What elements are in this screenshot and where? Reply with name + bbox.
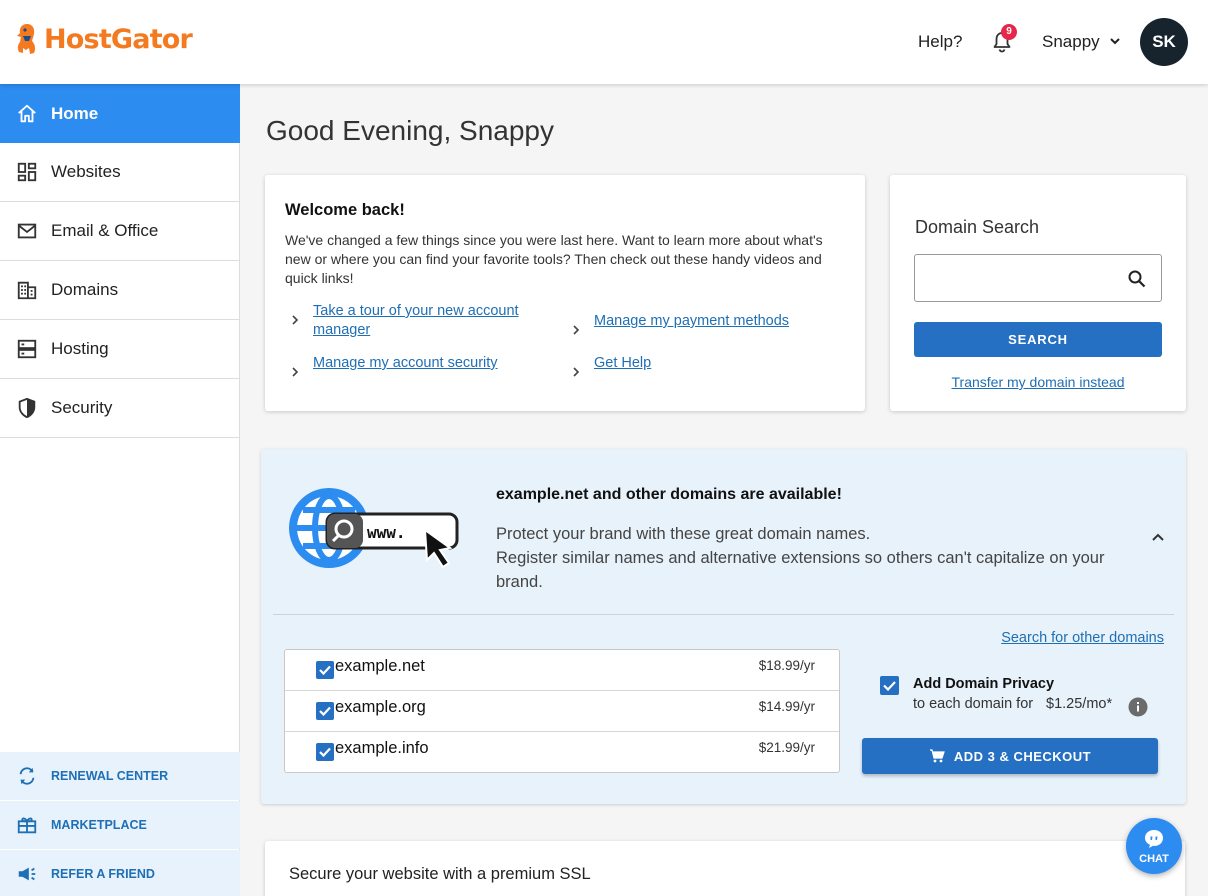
search-icon[interactable]	[1127, 269, 1147, 289]
refresh-icon	[19, 767, 35, 785]
domain-privacy-title: Add Domain Privacy	[913, 676, 1055, 692]
gift-icon	[17, 817, 37, 834]
renewal-center-link[interactable]: RENEWAL CENTER	[0, 752, 240, 800]
logo-text: HostGator	[44, 23, 193, 55]
mail-icon	[17, 223, 37, 239]
sidebar-item-label: Email & Office	[51, 221, 159, 240]
sidebar-item-label: Security	[51, 398, 113, 417]
gator-mascot-icon	[17, 24, 36, 54]
tour-link-text[interactable]: Take a tour of your new account manager	[313, 302, 529, 340]
domain-name: example.org	[335, 698, 426, 716]
promo-title: example.net and other domains are availa…	[496, 486, 842, 503]
domain-list: example.net $18.99/yr example.org $14.99…	[284, 649, 840, 773]
promo-line-2: Register similar names and alternative e…	[496, 549, 1105, 591]
domain-row[interactable]: example.net $18.99/yr	[285, 650, 839, 691]
refer-a-friend-link[interactable]: REFER A FRIEND	[0, 850, 240, 896]
welcome-card: Welcome back! We've changed a few things…	[265, 175, 865, 411]
divider	[273, 614, 1174, 615]
search-button[interactable]: SEARCH	[914, 322, 1162, 357]
checkmark-icon	[319, 665, 331, 676]
sidebar-item-hosting[interactable]: Hosting	[0, 320, 240, 379]
chevron-down-icon[interactable]	[1108, 34, 1122, 48]
renewal-center-label: RENEWAL CENTER	[51, 769, 169, 783]
add-and-checkout-button[interactable]: ADD 3 & CHECKOUT	[862, 738, 1158, 774]
domain-name: example.net	[335, 657, 425, 675]
home-icon	[18, 104, 36, 122]
transfer-domain-link[interactable]: Transfer my domain instead	[890, 374, 1186, 390]
sidebar-item-home[interactable]: Home	[0, 84, 240, 143]
domain-price: $21.99/yr	[758, 740, 815, 755]
chevron-up-icon[interactable]	[1150, 529, 1166, 545]
dashboard-icon	[17, 162, 37, 182]
domain-search-input[interactable]	[914, 254, 1162, 302]
domain-checkbox[interactable]	[316, 661, 334, 679]
hostgator-logo[interactable]: HostGator	[14, 22, 193, 56]
server-icon	[17, 339, 37, 359]
domain-privacy-subtitle: to each domain for	[913, 696, 1034, 712]
checkmark-icon	[883, 681, 896, 692]
chevron-right-icon	[292, 367, 299, 377]
welcome-body: We've changed a few things since you wer…	[285, 232, 823, 286]
domain-privacy-price: $1.25/mo*	[1046, 696, 1113, 712]
sidebar-item-email-office[interactable]: Email & Office	[0, 202, 240, 261]
domain-promo-panel: www. example.net and other domains are a…	[261, 449, 1186, 804]
top-header: HostGator Help? 9 Snappy SK	[0, 0, 1208, 84]
chat-label: CHAT	[1139, 853, 1169, 865]
checkmark-icon	[319, 747, 331, 758]
chat-button[interactable]: CHAT	[1126, 818, 1182, 874]
welcome-title: Welcome back!	[285, 201, 405, 219]
sidebar-item-domains[interactable]: Domains	[0, 261, 240, 320]
marketplace-label: MARKETPLACE	[51, 818, 147, 832]
sidebar-item-label: Websites	[51, 162, 121, 181]
illustration-www-text: www.	[367, 523, 406, 542]
domain-price: $18.99/yr	[758, 658, 815, 673]
ssl-title: Secure your website with a premium SSL	[289, 865, 591, 883]
sidebar-item-label: Home	[51, 103, 99, 123]
megaphone-icon	[18, 867, 36, 881]
help-link[interactable]: Help?	[918, 32, 962, 52]
tour-link[interactable]: Take a tour of your new account manager	[289, 302, 529, 340]
shield-icon	[18, 397, 36, 419]
page-title: Good Evening, Snappy	[266, 115, 554, 146]
domain-checkbox[interactable]	[316, 743, 334, 761]
account-security-link-text[interactable]: Manage my account security	[313, 354, 498, 373]
sidebar: Home Websites Email & Office Domains Hos…	[0, 84, 240, 896]
domain-search-title: Domain Search	[915, 217, 1040, 237]
promo-description: Protect your brand with these great doma…	[496, 522, 1126, 594]
payment-methods-link[interactable]: Manage my payment methods	[570, 312, 789, 336]
payment-methods-link-text[interactable]: Manage my payment methods	[594, 312, 789, 331]
chat-icon	[1145, 830, 1163, 848]
promo-line-1: Protect your brand with these great doma…	[496, 525, 871, 543]
domain-checkbox[interactable]	[316, 702, 334, 720]
domain-price: $14.99/yr	[758, 699, 815, 714]
domain-name: example.info	[335, 739, 429, 757]
domain-search-card: Domain Search SEARCH Transfer my domain …	[890, 175, 1186, 411]
refer-a-friend-label: REFER A FRIEND	[51, 867, 155, 881]
sidebar-item-websites[interactable]: Websites	[0, 143, 240, 202]
domain-row[interactable]: example.info $21.99/yr	[285, 732, 839, 773]
building-icon	[17, 281, 37, 300]
chevron-right-icon	[292, 315, 299, 325]
sidebar-item-label: Domains	[51, 280, 119, 299]
checkout-button-label: ADD 3 & CHECKOUT	[953, 748, 1092, 764]
checkmark-icon	[319, 706, 331, 717]
search-other-domains-link[interactable]: Search for other domains	[1001, 630, 1164, 646]
cart-icon	[929, 749, 945, 763]
info-icon[interactable]	[1128, 697, 1148, 717]
get-help-link[interactable]: Get Help	[570, 354, 651, 378]
domain-privacy-checkbox[interactable]	[880, 676, 899, 695]
sidebar-item-label: Hosting	[51, 339, 109, 358]
get-help-link-text[interactable]: Get Help	[594, 354, 651, 373]
ssl-card: Secure your website with a premium SSL	[265, 841, 1185, 896]
account-security-link[interactable]: Manage my account security	[289, 354, 498, 378]
notification-badge: 9	[1001, 24, 1017, 40]
sidebar-item-security[interactable]: Security	[0, 379, 240, 438]
avatar[interactable]: SK	[1140, 18, 1188, 66]
marketplace-link[interactable]: MARKETPLACE	[0, 801, 240, 849]
domain-row[interactable]: example.org $14.99/yr	[285, 691, 839, 732]
user-menu[interactable]: Snappy	[1042, 32, 1100, 52]
chevron-right-icon	[573, 325, 580, 335]
chevron-right-icon	[573, 367, 580, 377]
